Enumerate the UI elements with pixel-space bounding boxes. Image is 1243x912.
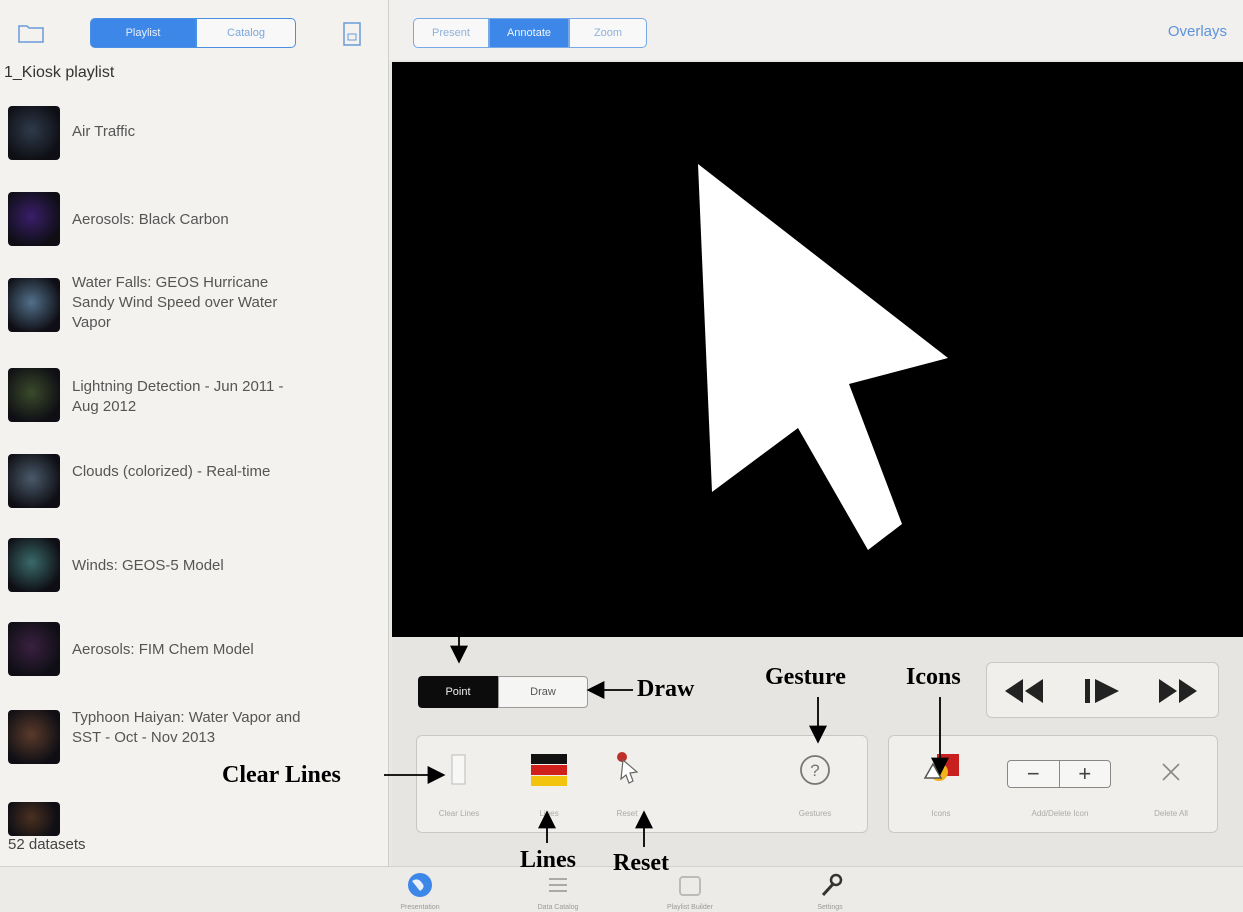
callout-clear-lines: Clear Lines (222, 762, 341, 788)
add-delete-icon-label: Add/Delete Icon (1031, 809, 1089, 818)
icons-label: Icons (931, 809, 951, 818)
document-icon[interactable] (343, 22, 361, 46)
tab-playlist[interactable]: Playlist (90, 18, 196, 48)
callout-annotate: Annotate (490, 118, 585, 144)
list-item[interactable]: Air Traffic (0, 102, 388, 182)
mode-toolbar: Present Annotate Zoom Overlays (389, 0, 1243, 60)
playlist-sidebar: Playlist Catalog 1_Kiosk playlist Air Tr… (0, 0, 389, 866)
dataset-label: Clouds (colorized) - Real-time (72, 463, 271, 480)
icons-panel: Icons − + Add/Delete Icon Delete All (888, 735, 1218, 833)
dataset-thumbnail (8, 368, 60, 422)
dataset-thumbnail (8, 538, 60, 592)
dataset-thumbnail (8, 622, 60, 676)
callout-gesture: Gesture (765, 664, 846, 690)
reset-label: Reset (616, 809, 638, 818)
callout-lines: Lines (520, 847, 577, 873)
dataset-thumbnail (8, 802, 60, 836)
stepper-frame: − + (1007, 760, 1111, 788)
list-item[interactable]: Clouds (colorized) - Real-time (0, 448, 388, 528)
icons-button[interactable]: Icons (901, 736, 981, 832)
point-draw-toggle: Point Draw (418, 676, 588, 708)
add-delete-icon-stepper[interactable]: − + Add/Delete Icon (1001, 736, 1119, 832)
dataset-label: Lightning Detection - Jun 2011 - Aug 201… (72, 378, 284, 415)
close-icon (1162, 763, 1180, 781)
clear-lines-icon (451, 754, 466, 785)
point-button[interactable]: Point (418, 676, 498, 708)
reset-button[interactable]: Reset (587, 736, 667, 832)
gestures-label: Gestures (798, 809, 832, 818)
dataset-thumbnail (8, 278, 60, 332)
plus-icon[interactable]: + (1060, 761, 1111, 787)
wrench-icon (821, 873, 843, 897)
dataset-thumbnail (8, 192, 60, 246)
overlays-button[interactable]: Overlays (1168, 23, 1227, 40)
dataset-label: Water Falls: GEOS Hurricane Sandy Wind S… (72, 274, 278, 331)
drawing-tools-panel: Clear Lines Lines Reset ? Gestures (416, 735, 868, 833)
draw-button[interactable]: Draw (498, 676, 588, 708)
playback-controls (986, 662, 1219, 718)
sidebar-header: Playlist Catalog (0, 0, 388, 58)
dataset-label: Air Traffic (72, 123, 136, 140)
callout-point: Point (444, 585, 499, 611)
mode-present-button[interactable]: Present (413, 18, 489, 48)
list-icon (549, 878, 567, 892)
callout-icons: Icons (906, 664, 961, 690)
dataset-label: Winds: GEOS-5 Model (72, 557, 224, 574)
tab-catalog[interactable]: Catalog (196, 18, 296, 48)
shapes-icon (923, 754, 959, 781)
tab-label: Presentation (400, 904, 440, 911)
tab-label: Data Catalog (537, 904, 579, 911)
dataset-label: Aerosols: FIM Chem Model (72, 641, 254, 658)
gestures-button[interactable]: ? Gestures (775, 736, 855, 832)
folder-icon[interactable] (18, 23, 44, 43)
play-step-icon[interactable] (1079, 675, 1127, 707)
list-item[interactable]: Aerosols: Black Carbon (0, 186, 388, 266)
svg-text:?: ? (810, 761, 819, 780)
list-item[interactable]: Lightning Detection - Jun 2011 - Aug 201… (0, 362, 388, 442)
presentation-canvas[interactable] (392, 62, 1243, 637)
lines-color-icon (531, 754, 567, 786)
lines-label: Lines (539, 809, 559, 818)
reset-pointer-icon (617, 752, 639, 784)
clear-lines-label: Clear Lines (438, 809, 480, 818)
delete-all-label: Delete All (1154, 809, 1188, 818)
mode-annotate-button[interactable]: Annotate (489, 18, 569, 48)
delete-all-button[interactable]: Delete All (1131, 736, 1211, 832)
minus-icon[interactable]: − (1008, 761, 1060, 787)
tab-presentation[interactable]: Presentation (370, 867, 470, 912)
list-item[interactable]: Aerosols: FIM Chem Model (0, 616, 388, 696)
tab-label: Playlist Builder (667, 904, 713, 911)
rewind-icon[interactable] (1001, 675, 1049, 707)
clear-lines-button[interactable]: Clear Lines (419, 736, 499, 832)
dataset-count: 52 datasets (8, 836, 86, 853)
list-item[interactable] (0, 794, 388, 866)
dataset-thumbnail (8, 106, 60, 160)
callout-draw: Draw (637, 676, 695, 702)
dataset-label: Aerosols: Black Carbon (72, 211, 229, 228)
playlist-title: 1_Kiosk playlist (4, 64, 115, 81)
globe-icon (408, 873, 432, 897)
lines-button[interactable]: Lines (509, 736, 589, 832)
pointer-cursor-icon (698, 164, 948, 550)
list-item[interactable]: Water Falls: GEOS Hurricane Sandy Wind S… (0, 270, 388, 350)
playlist-builder-icon (679, 876, 701, 896)
tab-settings[interactable]: Settings (780, 867, 880, 912)
mode-zoom-button[interactable]: Zoom (569, 18, 647, 48)
list-item[interactable]: Winds: GEOS-5 Model (0, 532, 388, 612)
tab-label: Settings (817, 904, 843, 911)
fast-forward-icon[interactable] (1153, 675, 1201, 707)
help-icon: ? (800, 755, 830, 785)
dataset-label: Typhoon Haiyan: Water Vapor and SST - Oc… (72, 709, 301, 746)
callout-reset: Reset (613, 850, 669, 876)
dataset-thumbnail (8, 710, 60, 764)
dataset-thumbnail (8, 454, 60, 508)
